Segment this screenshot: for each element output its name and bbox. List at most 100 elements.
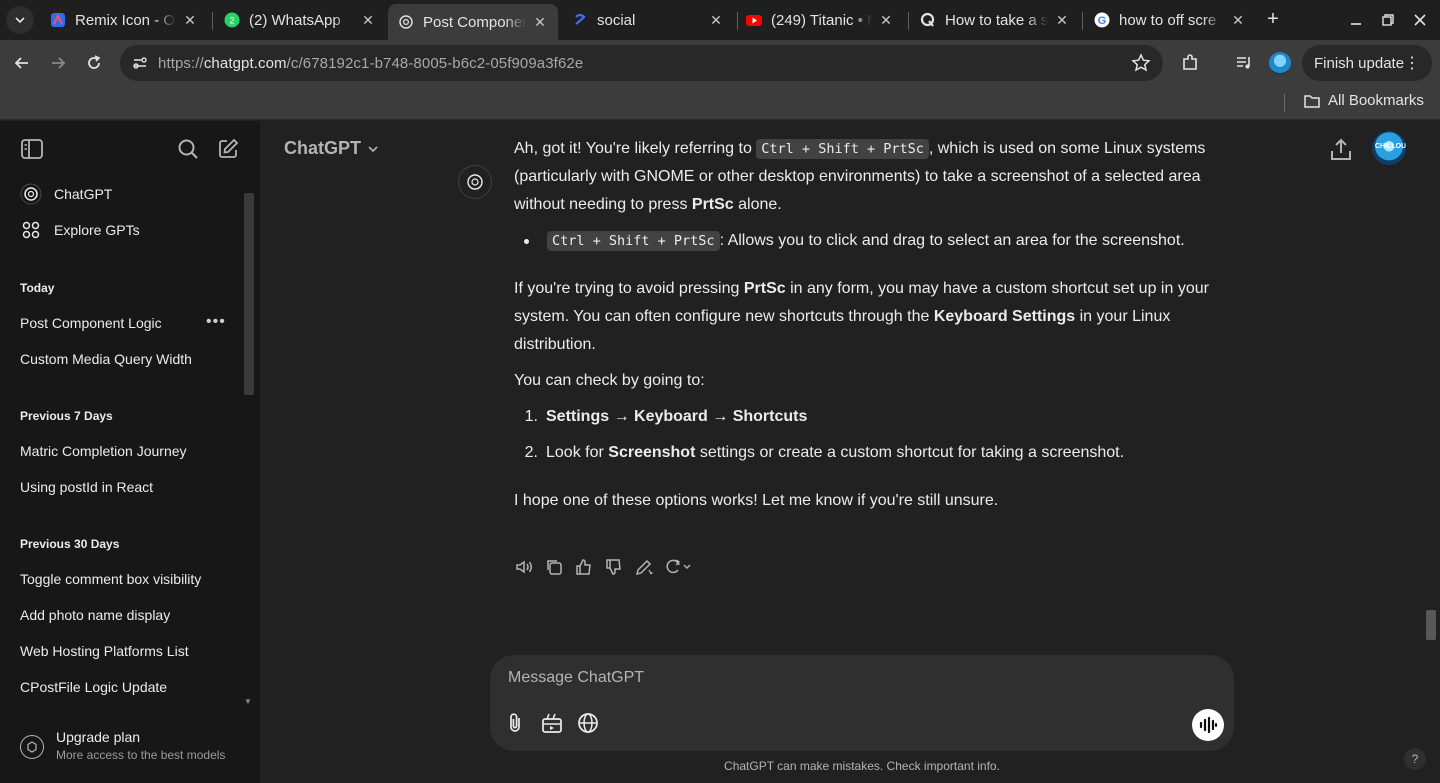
- tab-title: Remix Icon - Op: [75, 11, 176, 29]
- chat-options-icon[interactable]: •••: [206, 313, 226, 331]
- message-paragraph: You can check by going to:: [514, 372, 705, 389]
- read-aloud-icon[interactable]: [514, 557, 534, 577]
- tab-title: how to off scre: [1119, 11, 1217, 29]
- search-icon: [178, 139, 198, 159]
- tab-title: (249) Titanic • M: [771, 11, 872, 29]
- tab-divider: [908, 12, 909, 30]
- minimize-button[interactable]: [1346, 10, 1366, 30]
- close-icon[interactable]: ✕: [1054, 12, 1070, 28]
- tab-whatsapp[interactable]: 2 (2) WhatsApp ✕: [214, 4, 386, 36]
- social-icon: [572, 12, 588, 28]
- close-icon[interactable]: ✕: [878, 12, 894, 28]
- regenerate-icon[interactable]: [664, 557, 694, 577]
- close-window-button[interactable]: [1410, 10, 1430, 30]
- quora-icon: [920, 12, 936, 28]
- chat-history-item[interactable]: Matric Completion Journey: [20, 443, 187, 459]
- tab-title: Post Componen: [423, 13, 526, 31]
- finish-update-button[interactable]: Finish update ⋮: [1302, 45, 1432, 81]
- thumbs-down-icon[interactable]: [604, 557, 624, 577]
- all-bookmarks-button[interactable]: All Bookmarks: [1304, 92, 1424, 109]
- chat-history-item[interactable]: Post Component Logic: [20, 315, 162, 331]
- media-control-button[interactable]: [1230, 49, 1258, 77]
- message-paragraph: Ah, got it! You're likely referring to C…: [514, 139, 1206, 213]
- inline-code: Ctrl + Shift + PrtSc: [756, 139, 929, 159]
- profile-avatar[interactable]: [1269, 52, 1291, 74]
- help-button[interactable]: ?: [1404, 748, 1426, 770]
- copy-icon[interactable]: [544, 557, 564, 577]
- sidebar-item-explore-gpts[interactable]: Explore GPTs: [20, 219, 140, 241]
- new-chat-button[interactable]: [215, 136, 241, 162]
- tools-icon[interactable]: [540, 711, 564, 735]
- sidebar-item-label: Explore GPTs: [54, 222, 140, 238]
- search-chats-button[interactable]: [175, 136, 201, 162]
- tab-google[interactable]: G how to off scre ✕: [1084, 4, 1256, 36]
- puzzle-icon: [1183, 54, 1197, 70]
- playlist-icon: [1237, 57, 1250, 69]
- extensions-button[interactable]: [1176, 49, 1204, 77]
- message-actions: [514, 557, 704, 577]
- openai-icon: [398, 14, 414, 30]
- forward-button[interactable]: [44, 49, 72, 77]
- tab-youtube[interactable]: (249) Titanic • M ✕: [736, 4, 904, 36]
- tab-post-component[interactable]: Post Componen ✕: [388, 4, 558, 40]
- close-icon[interactable]: ✕: [360, 12, 376, 28]
- message-paragraph: I hope one of these options works! Let m…: [514, 492, 999, 509]
- tab-how-to-take[interactable]: How to take a s ✕: [910, 4, 1080, 36]
- back-button[interactable]: [8, 49, 36, 77]
- edit-icon: [219, 138, 239, 158]
- close-icon[interactable]: ✕: [1230, 12, 1246, 28]
- tab-remix-icon[interactable]: Remix Icon - Op ✕: [40, 4, 208, 36]
- voice-mode-button[interactable]: [1192, 709, 1224, 741]
- address-bar[interactable]: https://chatgpt.com/c/678192c1-b748-8005…: [120, 45, 1163, 81]
- whatsapp-icon: 2: [224, 12, 240, 28]
- maximize-button[interactable]: [1378, 10, 1398, 30]
- chat-history-item[interactable]: Custom Media Query Width: [20, 351, 192, 367]
- chat-history-item[interactable]: Add photo name display: [20, 607, 170, 623]
- reload-icon: [88, 55, 101, 69]
- chat-main: ChatGPT CHILLOUT Ah, got it! You're like…: [260, 121, 1440, 783]
- model-selector[interactable]: ChatGPT: [284, 138, 379, 159]
- tab-strip: Remix Icon - Op ✕ 2 (2) WhatsApp ✕ Post …: [0, 0, 1440, 40]
- chat-history-item[interactable]: CPostFile Logic Update: [20, 679, 167, 695]
- close-icon[interactable]: ✕: [182, 12, 198, 28]
- disclaimer-text: ChatGPT can make mistakes. Check importa…: [724, 759, 1000, 773]
- close-sidebar-button[interactable]: [19, 136, 45, 162]
- svg-text:G: G: [1098, 15, 1107, 27]
- message-input[interactable]: Message ChatGPT: [508, 669, 644, 687]
- list-item: 2. Look for Screenshot settings or create…: [524, 444, 1125, 461]
- user-avatar[interactable]: CHILLOUT: [1372, 131, 1406, 165]
- bookmark-star-icon[interactable]: [1131, 53, 1151, 73]
- youtube-icon: [746, 12, 762, 28]
- attach-file-icon[interactable]: [504, 711, 528, 735]
- message-paragraph: If you're trying to avoid pressing PrtSc…: [514, 280, 1209, 353]
- close-icon[interactable]: ✕: [532, 14, 548, 30]
- openai-icon: [20, 183, 42, 205]
- tab-search-button[interactable]: [6, 6, 34, 34]
- upgrade-plan-button[interactable]: Upgrade plan More access to the best mod…: [20, 729, 225, 762]
- sidebar-toggle-icon: [21, 139, 43, 159]
- edit-in-canvas-icon[interactable]: [634, 557, 654, 577]
- more-vert-icon[interactable]: ⋮: [1404, 53, 1420, 73]
- close-icon[interactable]: ✕: [708, 12, 724, 28]
- chat-history-item[interactable]: Using postId in React: [20, 479, 153, 495]
- chat-scrollbar[interactable]: [1426, 610, 1436, 640]
- sidebar-item-chatgpt[interactable]: ChatGPT: [20, 183, 112, 205]
- tab-social[interactable]: social ✕: [562, 4, 734, 36]
- site-settings-icon[interactable]: [126, 49, 154, 77]
- share-icon[interactable]: [1328, 137, 1354, 163]
- sparkle-badge-icon: [20, 735, 44, 759]
- finish-update-label: Finish update: [1314, 54, 1405, 72]
- section-heading-previous-30-days: Previous 30 Days: [20, 537, 120, 551]
- new-tab-button[interactable]: +: [1262, 8, 1284, 30]
- sidebar-scrollbar[interactable]: [244, 193, 254, 395]
- reload-button[interactable]: [80, 49, 108, 77]
- chat-history-item[interactable]: Toggle comment box visibility: [20, 571, 201, 587]
- chat-history-item[interactable]: Web Hosting Platforms List: [20, 643, 189, 659]
- scroll-down-arrow-icon[interactable]: ▼: [244, 697, 252, 706]
- upgrade-subtitle: More access to the best models: [56, 748, 226, 762]
- thumbs-up-icon[interactable]: [574, 557, 594, 577]
- google-icon: G: [1094, 12, 1110, 28]
- globe-icon[interactable]: [576, 711, 600, 735]
- tab-divider: [1082, 12, 1083, 30]
- list-item: 1. Settings → Keyboard → Shortcuts: [524, 408, 808, 425]
